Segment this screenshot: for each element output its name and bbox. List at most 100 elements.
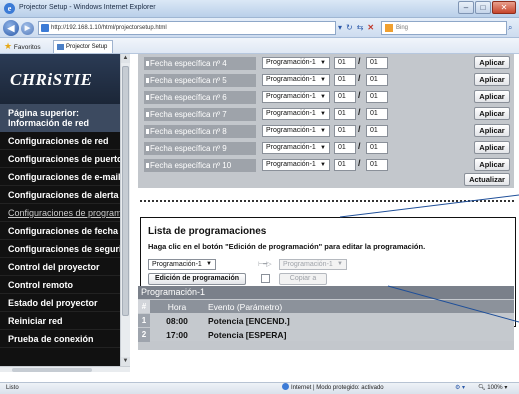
chevron-down-icon: ▼ — [320, 60, 326, 66]
copy-to-button[interactable]: Copiar a — [279, 273, 327, 285]
schedule-select[interactable]: Programación-1 ▼ — [148, 259, 216, 270]
sidebar-horizontal-scrollbar[interactable] — [0, 366, 130, 372]
row-num: 1 — [138, 314, 150, 328]
forward-button[interactable]: ▶ — [21, 22, 34, 35]
window-titlebar: e Projector Setup - Windows Internet Exp… — [0, 0, 519, 18]
copy-target-select[interactable]: Programación-1 ▼ — [279, 259, 347, 270]
sidebar-item-date[interactable]: Configuraciones de fecha — [0, 222, 120, 240]
month-field[interactable]: 01 — [334, 57, 356, 69]
ie-logo-icon: e — [4, 3, 15, 14]
zoom-level[interactable]: 🔍︎ 100% ▾ — [478, 383, 507, 394]
day-field[interactable]: 01 — [366, 74, 388, 86]
month-field[interactable]: 01 — [334, 125, 356, 137]
dropdown-icon[interactable]: ▾ — [338, 22, 342, 34]
apply-button[interactable]: Aplicar — [474, 90, 510, 103]
sidebar-item-projector-status[interactable]: Estado del proyector — [0, 294, 120, 312]
apply-button[interactable]: Aplicar — [474, 124, 510, 137]
hscrollbar-thumb[interactable] — [12, 368, 92, 372]
month-field[interactable]: 01 — [334, 159, 356, 171]
scrollbar-thumb[interactable] — [122, 66, 129, 316]
star-icon: ★ — [4, 41, 13, 51]
schedule-list-title: Lista de programaciones — [148, 226, 267, 237]
table-fill — [138, 341, 514, 350]
sidebar-item-port[interactable]: Configuraciones de puerto — [0, 150, 120, 168]
zoom-icon: 🔍︎ — [478, 385, 486, 391]
program-select[interactable]: Programación-1 ▼ — [262, 142, 330, 154]
copy-checkbox[interactable] — [261, 274, 270, 283]
page-icon — [41, 24, 49, 32]
sidebar: CHRiSTIE Página superior: Información de… — [0, 54, 120, 366]
month-field[interactable]: 01 — [334, 74, 356, 86]
url-text: http://192.168.1.10/html/projectorsetup.… — [51, 25, 167, 31]
tab-page-icon — [57, 44, 64, 50]
sidebar-item-network-restart[interactable]: Reiniciar red — [0, 312, 120, 330]
apply-button[interactable]: Aplicar — [474, 141, 510, 154]
sidebar-item-email[interactable]: Configuraciones de e-mail — [0, 168, 120, 186]
schedule-table: Programación-1 # Hora Evento (Parámetro)… — [138, 286, 514, 350]
program-select[interactable]: Programación-1 ▼ — [262, 108, 330, 120]
favorites-button[interactable]: ★ Favoritos — [4, 41, 41, 53]
sidebar-vertical-scrollbar[interactable]: ▲ ▼ — [120, 54, 130, 366]
apply-button[interactable]: Aplicar — [474, 56, 510, 69]
row-num: 2 — [138, 328, 150, 342]
url-field[interactable]: http://192.168.1.10/html/projectorsetup.… — [38, 21, 336, 35]
sidebar-item-projector-control[interactable]: Control del proyector — [0, 258, 120, 276]
day-field[interactable]: 01 — [366, 91, 388, 103]
minimize-button[interactable]: – — [458, 1, 474, 14]
apply-button[interactable]: Aplicar — [474, 73, 510, 86]
compat-icon[interactable]: ⇆ — [357, 22, 364, 34]
security-zone-text: Internet | Modo protegido: activado — [291, 385, 384, 391]
update-button[interactable]: Actualizar — [464, 173, 510, 186]
edit-schedule-button[interactable]: Edición de programación — [148, 273, 246, 285]
search-input[interactable]: Bing — [381, 21, 507, 35]
program-select-value: Programación-1 — [266, 59, 316, 66]
program-select-value: Programación-1 — [266, 110, 316, 117]
copy-arrow-icon: ⊢━▷ — [258, 261, 272, 268]
day-field[interactable]: 01 — [366, 159, 388, 171]
day-field[interactable]: 01 — [366, 57, 388, 69]
date-slash: / — [358, 107, 361, 117]
program-select[interactable]: Programación-1 ▼ — [262, 125, 330, 137]
month-field[interactable]: 01 — [334, 142, 356, 154]
month-field[interactable]: 01 — [334, 91, 356, 103]
sidebar-top-page-link[interactable]: Página superior: Información de red — [0, 104, 120, 132]
chevron-down-icon: ▼ — [320, 111, 326, 117]
back-button[interactable]: ◀ — [3, 20, 19, 36]
date-label: Fecha específica nº 6 — [144, 91, 256, 104]
protected-mode-icon[interactable]: ⚙ ▾ — [455, 383, 465, 394]
chevron-down-icon: ▼ — [206, 261, 212, 267]
month-field[interactable]: 01 — [334, 108, 356, 120]
sidebar-item-remote-control[interactable]: Control remoto — [0, 276, 120, 294]
maximize-button[interactable]: □ — [475, 1, 491, 14]
day-field[interactable]: 01 — [366, 142, 388, 154]
sidebar-item-security[interactable]: Configuraciones de seguridad — [0, 240, 120, 258]
scroll-up-icon[interactable]: ▲ — [121, 54, 130, 63]
sidebar-item-alert[interactable]: Configuraciones de alerta — [0, 186, 120, 204]
day-field[interactable]: 01 — [366, 108, 388, 120]
search-icon[interactable]: ⌕ — [508, 23, 512, 33]
sidebar-item-schedule[interactable]: Configuraciones de programación — [0, 204, 120, 222]
scroll-down-icon[interactable]: ▼ — [121, 357, 130, 366]
date-slash: / — [358, 141, 361, 151]
zoom-text: 100% — [487, 385, 503, 391]
sidebar-item-network[interactable]: Configuraciones de red — [0, 132, 120, 150]
program-select[interactable]: Programación-1 ▼ — [262, 74, 330, 86]
program-select[interactable]: Programación-1 ▼ — [262, 57, 330, 69]
tab-projector-setup[interactable]: Projector Setup — [53, 40, 113, 53]
refresh-icon[interactable]: ↻ — [346, 22, 353, 34]
specific-date-panel: Fecha específica nº 4 Programación-1 ▼ 01… — [138, 54, 514, 188]
day-field[interactable]: 01 — [366, 125, 388, 137]
close-button[interactable]: ✕ — [492, 1, 516, 14]
apply-button[interactable]: Aplicar — [474, 107, 510, 120]
date-slash: / — [358, 56, 361, 66]
table-row: 2 17:00 Potencia [ESPERA] — [138, 327, 514, 342]
schedule-list-instruction: Haga clic en el botón "Edición de progra… — [148, 242, 426, 251]
apply-button[interactable]: Aplicar — [474, 158, 510, 171]
program-select[interactable]: Programación-1 ▼ — [262, 91, 330, 103]
sidebar-item-connection-test[interactable]: Prueba de conexión — [0, 330, 120, 348]
globe-icon — [282, 383, 289, 390]
stop-icon[interactable]: ✕ — [367, 22, 374, 34]
program-select[interactable]: Programación-1 ▼ — [262, 159, 330, 171]
date-row: Fecha específica nº 10 Programación-1 ▼ 0… — [138, 156, 514, 173]
security-zone[interactable]: Internet | Modo protegido: activado — [282, 383, 384, 394]
